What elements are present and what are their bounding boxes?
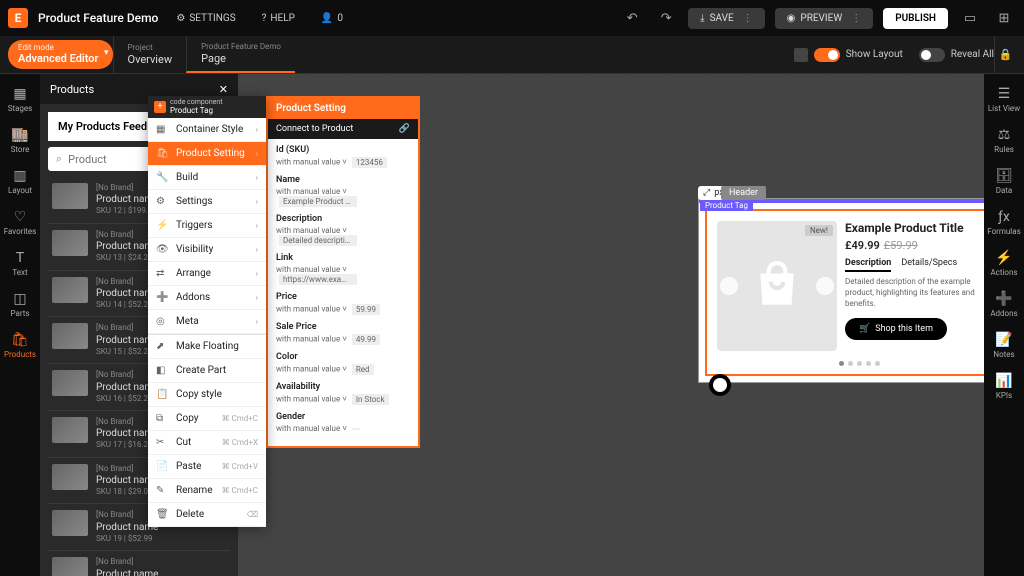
rail-products[interactable]: 🛍Products <box>0 326 40 365</box>
rail-notes[interactable]: 📝Notes <box>984 326 1024 365</box>
rail-formulas[interactable]: ƒxFormulas <box>984 203 1024 242</box>
search-icon: ⌕ <box>56 152 62 166</box>
expand-icon[interactable]: ⤢ <box>703 188 710 198</box>
left-rail: ▦Stages🏬Store▥Layout♡FavoritesTText◫Part… <box>0 74 40 576</box>
new-badge: New! <box>805 225 833 236</box>
rail-text[interactable]: TText <box>0 244 40 283</box>
rail-data[interactable]: 🗄Data <box>984 162 1024 201</box>
connect-to-product[interactable]: Connect to Product 🔗 <box>268 119 418 139</box>
context-menu-header: + code component Product Tag <box>148 96 266 118</box>
product-card: New! ‹ › Example Product Title £49.99£59… <box>711 215 984 357</box>
show-layout-label: Show Layout <box>846 49 903 60</box>
link-icon: 🔗 <box>399 124 410 134</box>
product-image: New! ‹ › <box>717 221 837 351</box>
rail-parts[interactable]: ◫Parts <box>0 285 40 324</box>
context-menu: + code component Product Tag ▦Container … <box>148 96 266 527</box>
rail-rules[interactable]: ⚖Rules <box>984 121 1024 160</box>
product-tag-label: Product Tag <box>700 200 753 211</box>
tab-description[interactable]: Description <box>845 258 891 272</box>
menu-cut[interactable]: ✂Cut⌘ Cmd+X <box>148 431 266 455</box>
menu-build[interactable]: 🔧Build› <box>148 166 266 190</box>
floating-handle[interactable] <box>709 374 731 396</box>
publish-button[interactable]: PUBLISH <box>883 8 948 29</box>
show-layout-toggle[interactable] <box>814 48 840 62</box>
carousel-dots[interactable] <box>711 357 984 370</box>
logo: E <box>8 8 28 28</box>
field-link[interactable]: Linkwith manual value ˅ https://www.exam… <box>276 253 410 285</box>
menu-rename[interactable]: ✎Rename⌘ Cmd+C <box>148 479 266 503</box>
rail-store[interactable]: 🏬Store <box>0 121 40 160</box>
product-price: £49.99£59.99 <box>845 239 984 252</box>
undo-icon[interactable]: ↶ <box>620 6 644 30</box>
menu-settings[interactable]: ⚙Settings› <box>148 190 266 214</box>
field-saleprice[interactable]: Sale Pricewith manual value ˅ 49.99 <box>276 322 410 345</box>
shop-button[interactable]: 🛒Shop this Item <box>845 318 947 340</box>
close-icon[interactable]: ✕ <box>219 83 228 96</box>
product-list-item[interactable]: [No Brand]Product nameSKU 13 | $52.99 <box>48 551 230 576</box>
field-color[interactable]: Colorwith manual value ˅ Red <box>276 352 410 375</box>
preview-button[interactable]: ◉PREVIEW⋮ <box>775 8 874 29</box>
rail-actions[interactable]: ⚡Actions <box>984 244 1024 283</box>
settings-button[interactable]: ⚙SETTINGS <box>168 9 243 28</box>
menu-paste[interactable]: 📄Paste⌘ Cmd+V <box>148 455 266 479</box>
rail-layout[interactable]: ▥Layout <box>0 162 40 201</box>
prev-image-button[interactable]: ‹ <box>720 277 738 295</box>
header-chip[interactable]: Header <box>721 186 766 200</box>
reveal-all-label: Reveal All <box>951 49 994 60</box>
breadcrumb-page[interactable]: Product Feature Demo Page <box>186 36 295 73</box>
rail-favorites[interactable]: ♡Favorites <box>0 203 40 242</box>
field-idsku[interactable]: Id (SKU)with manual value ˅ 123456 <box>276 145 410 168</box>
menu-triggers[interactable]: ⚡Triggers› <box>148 214 266 238</box>
menu-copy-style[interactable]: 📋Copy style <box>148 383 266 407</box>
rail-addons[interactable]: ➕Addons <box>984 285 1024 324</box>
redo-icon[interactable]: ↷ <box>654 6 678 30</box>
topbar: E Product Feature Demo ⚙SETTINGS ?HELP 👤… <box>0 0 1024 36</box>
menu-meta[interactable]: ◎Meta› <box>148 310 266 334</box>
product-description: Detailed description of the example prod… <box>845 276 984 310</box>
lock-icon[interactable]: 🔒 <box>994 36 1016 73</box>
artboard[interactable]: New! ‹ › Example Product Title £49.99£59… <box>698 198 984 383</box>
rail-stages[interactable]: ▦Stages <box>0 80 40 119</box>
plus-icon: + <box>154 101 166 113</box>
right-rail: ☰List View⚖Rules🗄DataƒxFormulas⚡Actions➕… <box>984 74 1024 576</box>
product-setting-panel: Product Setting Connect to Product 🔗 Id … <box>266 96 420 448</box>
field-gender[interactable]: Genderwith manual value ˅ <box>276 412 410 433</box>
menu-create-part[interactable]: ◧Create Part <box>148 359 266 383</box>
menu-arrange[interactable]: ⇄Arrange› <box>148 262 266 286</box>
setting-panel-header: Product Setting <box>268 98 418 119</box>
rail-kpis[interactable]: 📊KPIs <box>984 367 1024 406</box>
bag-icon <box>752 261 802 311</box>
tab-details[interactable]: Details/Specs <box>901 258 957 272</box>
menu-addons[interactable]: ➕Addons› <box>148 286 266 310</box>
next-image-button[interactable]: › <box>816 277 834 295</box>
help-button[interactable]: ?HELP <box>254 9 303 28</box>
menu-product-setting[interactable]: 🛍Product Setting› <box>148 142 266 166</box>
field-description[interactable]: Descriptionwith manual value ˅ Detailed … <box>276 214 410 246</box>
users-button[interactable]: 👤0 <box>313 9 351 28</box>
menu-delete[interactable]: 🗑Delete⌫ <box>148 503 266 527</box>
menu-make-floating[interactable]: ⬈Make Floating <box>148 335 266 359</box>
edit-mode-selector[interactable]: Edit mode Advanced Editor ▾ <box>8 40 113 69</box>
menu-visibility[interactable]: 👁Visibility› <box>148 238 266 262</box>
save-button[interactable]: ⤓SAVE⋮ <box>688 8 765 29</box>
more-icon[interactable]: ⊞ <box>992 6 1016 30</box>
field-price[interactable]: Pricewith manual value ˅ 59.99 <box>276 292 410 315</box>
field-availability[interactable]: Availabilitywith manual value ˅ In Stock <box>276 382 410 405</box>
device-icon[interactable]: ▭ <box>958 6 982 30</box>
project-title: Product Feature Demo <box>38 11 158 25</box>
breadcrumb-project[interactable]: Project Overview <box>113 36 187 73</box>
subbar: Edit mode Advanced Editor ▾ Project Over… <box>0 36 1024 74</box>
reveal-all-toggle[interactable] <box>919 48 945 62</box>
cart-icon: 🛒 <box>859 324 870 334</box>
field-name[interactable]: Namewith manual value ˅ Example Product … <box>276 175 410 207</box>
checkbox[interactable] <box>794 48 808 62</box>
rail-list-view[interactable]: ☰List View <box>984 80 1024 119</box>
product-title: Example Product Title <box>845 221 984 235</box>
menu-copy[interactable]: ⧉Copy⌘ Cmd+C <box>148 407 266 431</box>
menu-container-style[interactable]: ▦Container Style› <box>148 118 266 142</box>
